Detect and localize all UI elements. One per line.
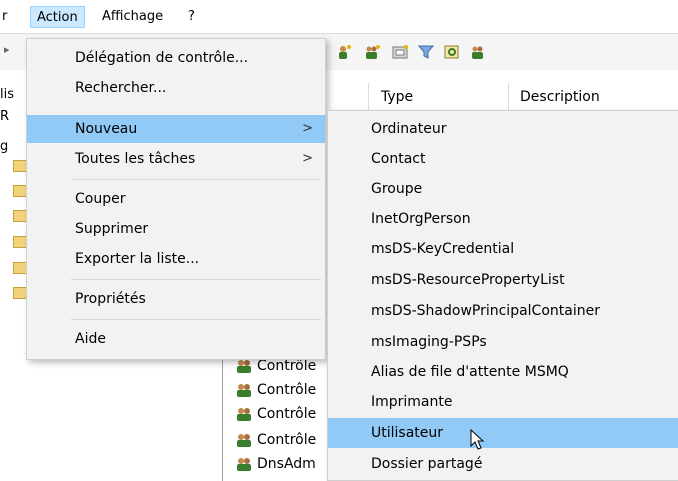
group-icon [237,384,251,397]
menu-item-label: Supprimer [75,221,149,237]
menu-item-label: Rechercher... [75,80,167,96]
menu-item-label: Aide [75,331,106,347]
submenu-item-label: Contact [371,151,426,167]
submenu-item-contact[interactable]: Contact [328,144,678,174]
new-group-icon[interactable] [364,44,380,60]
list-item[interactable]: Contrôle [235,380,316,400]
menu-item-label: Délégation de contrôle... [75,50,249,66]
submenu-item-label: Alias de file d'attente MSMQ [371,364,569,380]
menu-item-label: Propriétés [75,291,146,307]
menu-separator [71,319,321,320]
column-separator[interactable] [508,83,509,111]
menu-item-exporter[interactable]: Exporter la liste... [27,245,325,273]
menu-affichage[interactable]: Affichage [96,6,169,28]
submenu-item-imprimante[interactable]: Imprimante [328,387,678,417]
submenu-item-label: msDS-ShadowPrincipalContainer [371,303,600,319]
submenu-item-label: Utilisateur [371,425,444,441]
submenu-item-dossier-partage[interactable]: Dossier partagé [328,449,678,479]
list-item[interactable]: Contrôle [235,404,316,424]
menu-help[interactable]: ? [182,6,201,28]
submenu-item-msds-resourcepropertylist[interactable]: msDS-ResourcePropertyList [328,265,678,295]
submenu-item-label: InetOrgPerson [371,211,471,227]
list-item[interactable]: DnsAdm [235,454,316,474]
toolbar-nav-arrow-icon[interactable]: ▸ [4,43,10,56]
new-user-icon[interactable] [336,44,352,60]
menu-item-nouveau[interactable]: Nouveau > [27,115,325,143]
submenu-item-msds-shadowprincipalcontainer[interactable]: msDS-ShadowPrincipalContainer [328,296,678,326]
menu-bar: r Action Affichage ? [0,0,678,32]
group-icon [237,458,251,471]
list-item-name: DnsAdm [257,456,316,472]
menu-item-label: Exporter la liste... [75,251,200,267]
submenu-arrow-icon: > [302,121,313,136]
menu-action[interactable]: Action [30,6,85,28]
submenu-item-alias-msmq[interactable]: Alias de file d'attente MSMQ [328,357,678,387]
submenu-item-msimaging-psps[interactable]: msImaging-PSPs [328,327,678,357]
submenu-item-label: Imprimante [371,394,453,410]
mouse-pointer-icon [470,429,485,450]
menu-item-label: Toutes les tâches [75,151,196,167]
add-to-group-icon[interactable] [470,44,486,60]
submenu-item-inetorgperson[interactable]: InetOrgPerson [328,204,678,234]
tree-text-fragment: lis [0,87,14,102]
column-separator[interactable] [368,83,369,111]
find-icon[interactable] [444,44,460,60]
submenu-item-ordinateur[interactable]: Ordinateur [328,114,678,144]
submenu-item-utilisateur[interactable]: Utilisateur [328,418,678,448]
submenu-item-label: Dossier partagé [371,456,483,472]
menu-item-couper[interactable]: Couper [27,185,325,213]
list-item-name: Contrôle [257,358,317,374]
submenu-item-label: msImaging-PSPs [371,334,487,350]
filter-icon[interactable] [418,44,434,60]
menu-item-proprietes[interactable]: Propriétés [27,285,325,313]
menu-item-label: Couper [75,191,126,207]
menu-separator [71,279,321,280]
submenu-item-label: Groupe [371,181,423,197]
menu-item-partial[interactable]: r [0,6,9,28]
tree-text-fragment: R [0,109,10,124]
group-icon [237,434,251,447]
submenu-item-label: msDS-KeyCredential [371,241,515,257]
submenu-arrow-icon: > [302,151,313,166]
action-menu: Délégation de contrôle... Rechercher... … [26,38,326,360]
tree-text-fragment: g [0,139,9,154]
menu-item-delegation[interactable]: Délégation de contrôle... [27,44,325,72]
nouveau-submenu: Ordinateur Contact Groupe InetOrgPerson … [327,110,678,481]
submenu-item-label: Ordinateur [371,121,447,137]
column-header-description[interactable]: Description [520,83,600,111]
menu-item-toutes-les-taches[interactable]: Toutes les tâches > [27,145,325,173]
group-icon [237,408,251,421]
submenu-item-groupe[interactable]: Groupe [328,174,678,204]
list-item-name: Contrôle [257,382,317,398]
group-icon [237,360,251,373]
menu-separator [71,179,321,180]
list-item-name: Contrôle [257,406,317,422]
list-item[interactable]: Contrôle [235,430,316,450]
submenu-item-msds-keycredential[interactable]: msDS-KeyCredential [328,234,678,264]
list-item-name: Contrôle [257,432,317,448]
menu-item-supprimer[interactable]: Supprimer [27,215,325,243]
new-ou-icon[interactable] [392,44,408,60]
submenu-item-label: msDS-ResourcePropertyList [371,272,565,288]
menu-item-aide[interactable]: Aide [27,325,325,353]
menu-item-rechercher[interactable]: Rechercher... [27,74,325,102]
menu-item-label: Nouveau [75,121,138,137]
column-header-type[interactable]: Type [381,83,413,111]
